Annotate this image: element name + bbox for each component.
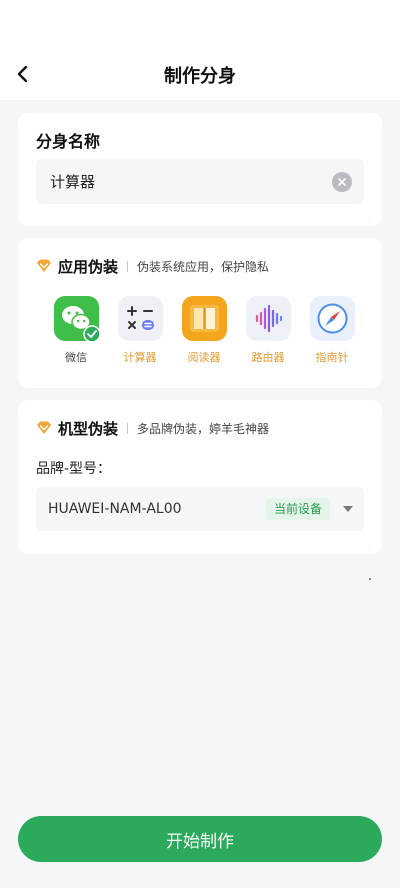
- app-option-wechat[interactable]: 微信: [44, 296, 108, 365]
- clone-name-input[interactable]: [50, 159, 320, 204]
- app-name-calculator: 计算器: [123, 351, 157, 364]
- app-disguise-header: 应用伪装 伪装系统应用，保护隐私: [36, 255, 269, 277]
- model-disguise-title: 机型伪装: [58, 419, 119, 438]
- page-title: 制作分身: [164, 66, 236, 87]
- diamond-icon: [37, 259, 51, 272]
- clear-icon: [338, 178, 346, 186]
- clone-name-card: 分身名称: [18, 113, 382, 226]
- model-value: HUAWEI-NAM-AL00: [48, 501, 182, 517]
- current-device-badge: 当前设备: [266, 498, 331, 520]
- app-name-wechat: 微信: [65, 351, 87, 364]
- divider: [127, 422, 129, 434]
- app-name-compass: 指南针: [315, 351, 349, 364]
- model-disguise-header: 机型伪装 多品牌伪装，婷羊毛神器: [36, 417, 269, 439]
- brand-model-label: 品牌-型号：: [36, 461, 112, 477]
- app-name-router: 路由器: [251, 351, 285, 364]
- clone-name-field: [36, 159, 364, 204]
- app-list: 微信 计算器 阅读器 路由器 指南针: [44, 296, 364, 365]
- app-option-compass[interactable]: 指南针: [300, 296, 364, 365]
- header-bar: 制作分身: [0, 0, 400, 100]
- clone-name-label: 分身名称: [36, 132, 101, 151]
- divider: [127, 260, 129, 272]
- dot-mark: [369, 578, 371, 580]
- app-option-reader[interactable]: 阅读器: [172, 296, 236, 365]
- compass-icon: [309, 296, 355, 341]
- app-option-router[interactable]: 路由器: [236, 296, 300, 365]
- app-option-calculator[interactable]: 计算器: [108, 296, 172, 365]
- start-button[interactable]: 开始制作: [18, 816, 382, 862]
- app-disguise-title: 应用伪装: [58, 257, 119, 276]
- model-select[interactable]: HUAWEI-NAM-AL00 当前设备: [36, 487, 364, 531]
- model-disguise-card: 机型伪装 多品牌伪装，婷羊毛神器 品牌-型号： HUAWEI-NAM-AL00 …: [18, 400, 382, 554]
- wechat-icon: [53, 296, 101, 343]
- caret-down-icon: [343, 506, 353, 512]
- app-disguise-card: 应用伪装 伪装系统应用，保护隐私 微信 计算器 阅读器 路由器 指南针: [18, 238, 382, 388]
- book-icon: [181, 296, 227, 341]
- app-name-reader: 阅读器: [187, 351, 221, 364]
- diamond-icon: [37, 421, 51, 434]
- calculator-icon: [117, 296, 163, 341]
- app-disguise-subtitle: 伪装系统应用，保护隐私: [137, 259, 270, 274]
- clear-button[interactable]: [332, 172, 352, 192]
- check-badge-icon: [82, 325, 101, 343]
- soundwave-icon: [245, 296, 291, 341]
- model-disguise-subtitle: 多品牌伪装，婷羊毛神器: [137, 421, 270, 436]
